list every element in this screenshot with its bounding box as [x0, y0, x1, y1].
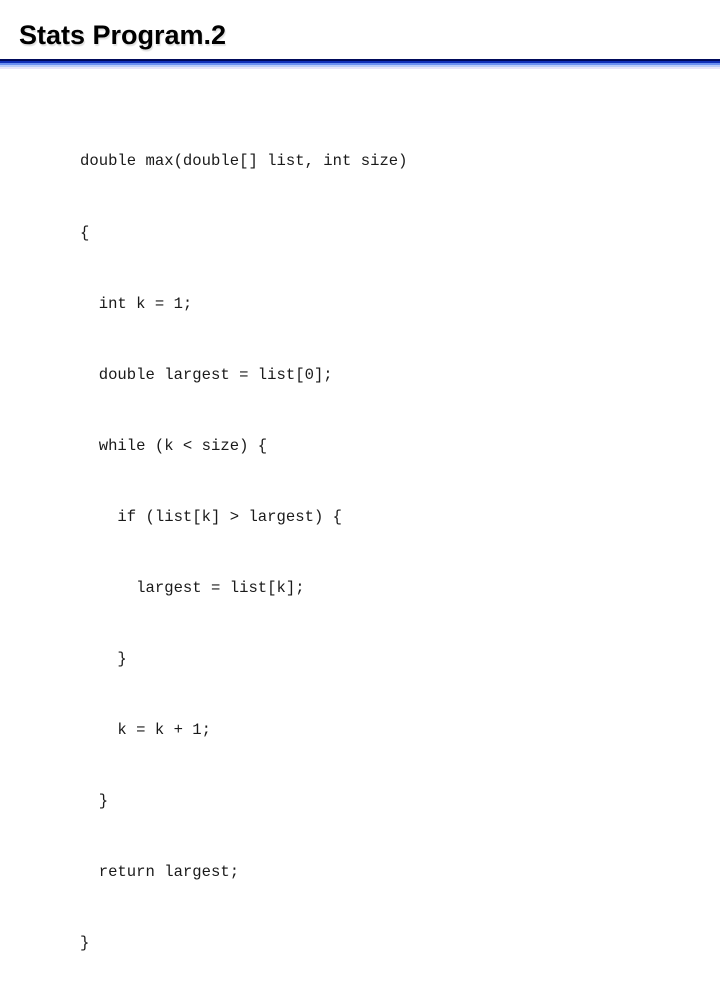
- code-line: }: [80, 934, 90, 953]
- code-line: largest = list[k];: [80, 578, 305, 597]
- code-block: double max(double[] list, int size) { in…: [80, 103, 408, 1004]
- code-line: k = k + 1;: [80, 721, 212, 740]
- code-line: while (k < size) {: [80, 436, 268, 455]
- code-line: }: [80, 650, 127, 669]
- code-line: int k = 1;: [80, 294, 193, 313]
- code-line: return largest;: [80, 863, 240, 882]
- code-line: }: [80, 792, 109, 811]
- divider-band-lavender: [0, 67, 720, 69]
- code-line: {: [80, 223, 90, 242]
- code-line: double largest = list[0];: [80, 365, 333, 384]
- slide-title: Stats Program.2: [19, 20, 227, 50]
- code-line: if (list[k] > largest) {: [80, 507, 343, 526]
- code-line: double max(double[] list, int size): [80, 152, 408, 171]
- title-underline-divider: [0, 59, 720, 69]
